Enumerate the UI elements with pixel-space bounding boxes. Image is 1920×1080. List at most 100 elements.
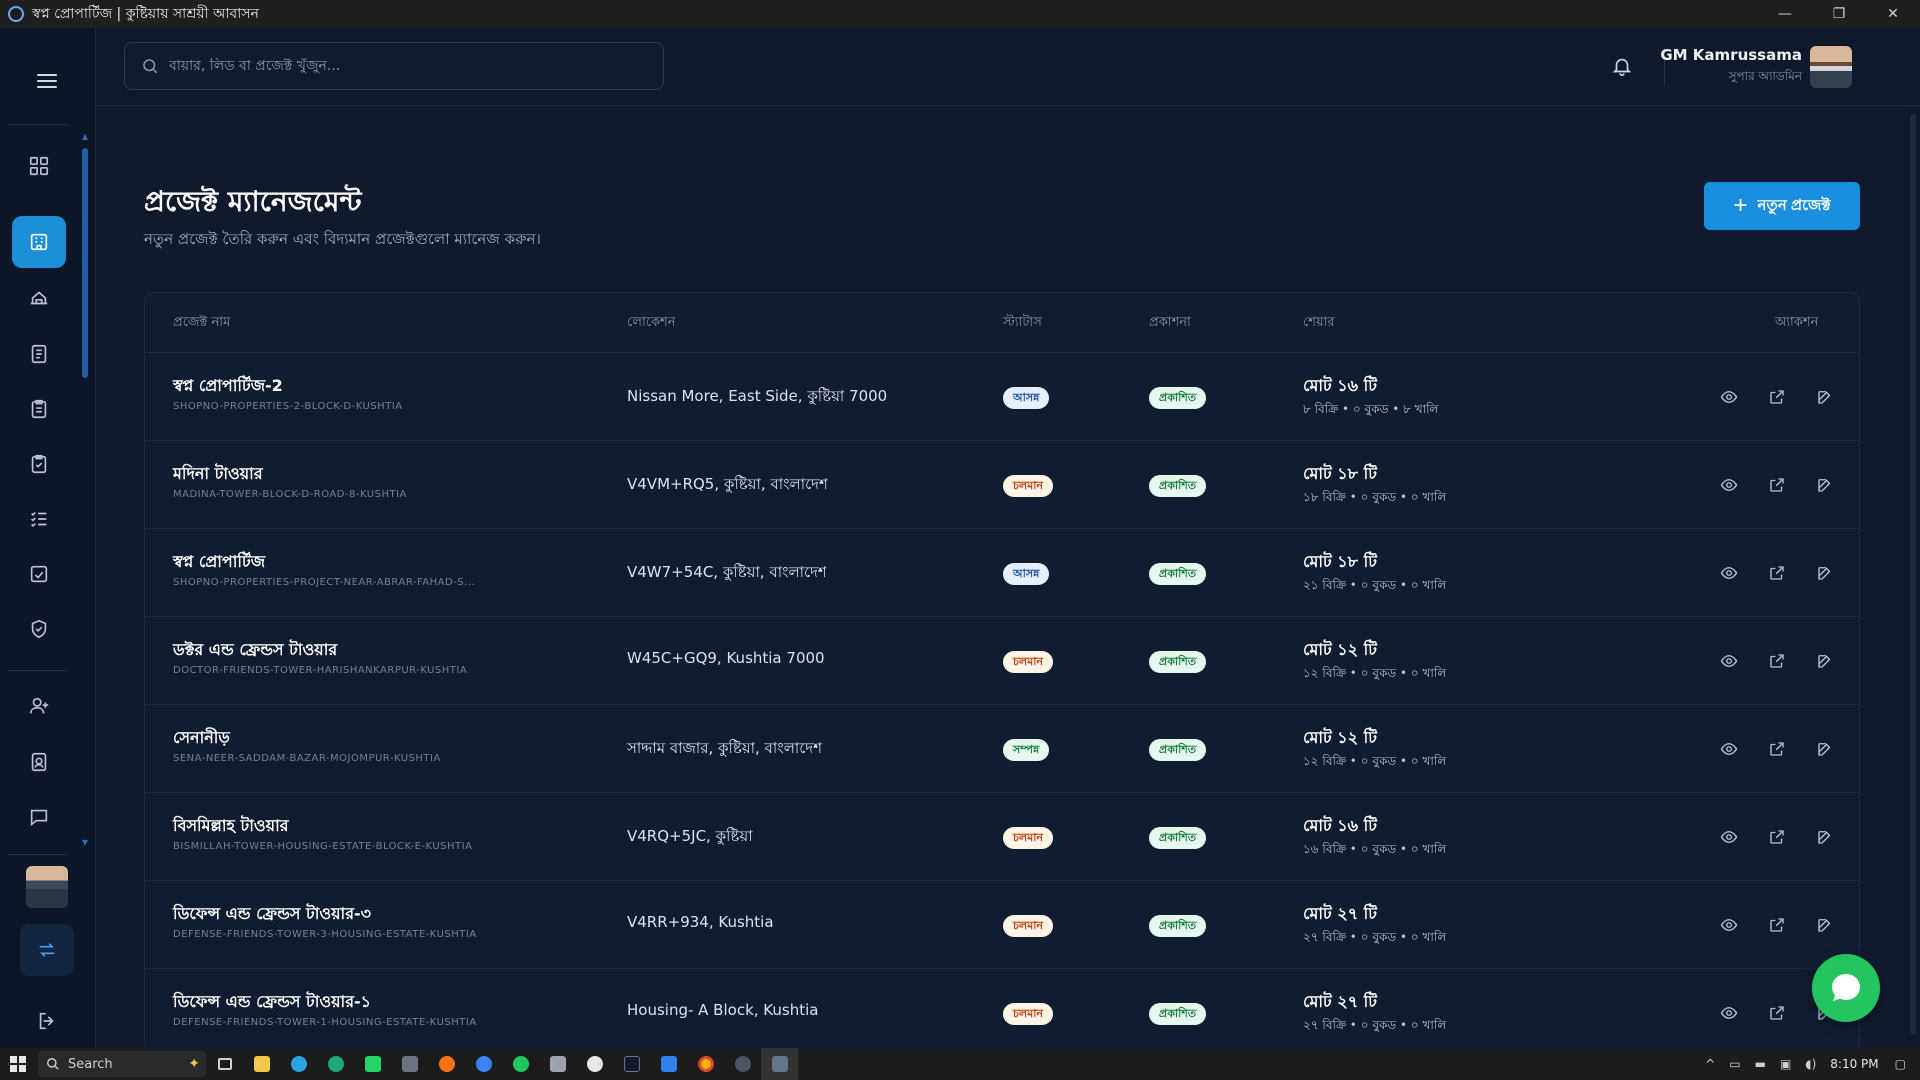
hamburger-menu-button[interactable] bbox=[30, 64, 64, 98]
app-misc-icon[interactable] bbox=[724, 1048, 761, 1080]
table-row[interactable]: স্বপ্ন প্রোপার্টিজ-2 SHOPNO-PROPERTIES-2-… bbox=[145, 353, 1859, 441]
view-button[interactable] bbox=[1715, 911, 1743, 939]
maximize-button[interactable]: ❐ bbox=[1812, 0, 1866, 28]
edit-button[interactable] bbox=[1811, 911, 1839, 939]
sidebar-scroll-up[interactable]: ▲ bbox=[80, 132, 90, 141]
sidebar-user-avatar[interactable] bbox=[26, 866, 68, 908]
whatsapp-icon[interactable] bbox=[502, 1048, 539, 1080]
app-a-icon[interactable] bbox=[576, 1048, 613, 1080]
file-explorer-icon[interactable] bbox=[243, 1048, 280, 1080]
column-header-name[interactable]: প্রজেক্ট নাম bbox=[173, 313, 230, 334]
tray-chevron-icon[interactable]: ^ bbox=[1705, 1057, 1715, 1071]
sidebar-item-approvals[interactable] bbox=[12, 438, 66, 490]
sidebar-item-tasks[interactable] bbox=[12, 493, 66, 545]
mail-icon[interactable] bbox=[539, 1048, 576, 1080]
new-project-button[interactable]: + নতুন প্রজেক্ট bbox=[1704, 182, 1860, 230]
tray-volume-icon[interactable]: ◖) bbox=[1805, 1057, 1816, 1071]
view-button[interactable] bbox=[1715, 735, 1743, 763]
table-row[interactable]: ডিফেন্স এন্ড ফ্রেন্ডস টাওয়ার-১ DEFENSE-F… bbox=[145, 969, 1859, 1051]
sidebar-item-employees[interactable] bbox=[12, 736, 66, 788]
start-button[interactable] bbox=[0, 1048, 36, 1080]
sidebar-item-properties[interactable] bbox=[12, 272, 66, 324]
close-button[interactable]: ✕ bbox=[1866, 0, 1920, 28]
table-row[interactable]: স্বপ্ন প্রোপার্টিজ SHOPNO-PROPERTIES-PROJ… bbox=[145, 529, 1859, 617]
open-link-button[interactable] bbox=[1763, 383, 1791, 411]
minimize-button[interactable]: — bbox=[1758, 0, 1812, 28]
table-row[interactable]: বিসমিল্লাহ টাওয়ার BISMILLAH-TOWER-HOUSIN… bbox=[145, 793, 1859, 881]
edit-button[interactable] bbox=[1811, 383, 1839, 411]
table-row[interactable]: মদিনা টাওয়ার MADINA-TOWER-BLOCK-D-ROAD-8… bbox=[145, 441, 1859, 529]
project-name[interactable]: ডক্টর এন্ড ফ্রেন্ডস টাওয়ার bbox=[173, 637, 337, 664]
column-header-publish[interactable]: প্রকাশনা bbox=[1149, 313, 1191, 334]
view-button[interactable] bbox=[1715, 559, 1743, 587]
sidebar-item-reports[interactable] bbox=[12, 548, 66, 600]
project-name[interactable]: বিসমিল্লাহ টাওয়ার bbox=[173, 813, 289, 840]
sidebar-scrollbar[interactable] bbox=[82, 148, 88, 378]
user-name[interactable]: GM Kamrussama bbox=[1660, 46, 1802, 64]
table-row[interactable]: ডক্টর এন্ড ফ্রেন্ডস টাওয়ার DOCTOR-FRIEND… bbox=[145, 617, 1859, 705]
open-link-button[interactable] bbox=[1763, 735, 1791, 763]
sidebar-item-dashboard[interactable] bbox=[12, 140, 66, 192]
project-name[interactable]: স্বপ্ন প্রোপার্টিজ-2 bbox=[173, 373, 283, 400]
column-header-location[interactable]: লোকেশন bbox=[627, 313, 676, 334]
open-link-button[interactable] bbox=[1763, 559, 1791, 587]
open-link-button[interactable] bbox=[1763, 647, 1791, 675]
view-button[interactable] bbox=[1715, 999, 1743, 1027]
edit-button[interactable] bbox=[1811, 559, 1839, 587]
project-name[interactable]: মদিনা টাওয়ার bbox=[173, 461, 263, 488]
taskbar-search[interactable]: Search ✦ bbox=[38, 1051, 206, 1077]
tray-battery-icon[interactable]: ▬ bbox=[1755, 1057, 1766, 1071]
open-link-button[interactable] bbox=[1763, 999, 1791, 1027]
sidebar-item-security[interactable] bbox=[12, 603, 66, 655]
open-link-button[interactable] bbox=[1763, 823, 1791, 851]
edit-button[interactable] bbox=[1811, 471, 1839, 499]
tray-network-icon[interactable]: ▭ bbox=[1729, 1057, 1740, 1071]
switch-account-button[interactable] bbox=[20, 924, 74, 976]
sidebar-item-messages[interactable] bbox=[12, 791, 66, 843]
column-header-status[interactable]: স্ট্যাটাস bbox=[1003, 313, 1042, 334]
project-name[interactable]: ডিফেন্স এন্ড ফ্রেন্ডস টাওয়ার-৩ bbox=[173, 901, 371, 928]
calculator-icon[interactable] bbox=[391, 1048, 428, 1080]
view-button[interactable] bbox=[1715, 647, 1743, 675]
search-bar[interactable] bbox=[124, 42, 664, 90]
active-app-icon[interactable] bbox=[761, 1048, 798, 1080]
task-view-icon[interactable] bbox=[206, 1048, 243, 1080]
tray-display-icon[interactable]: ▣ bbox=[1780, 1057, 1791, 1071]
chat-fab-button[interactable] bbox=[1812, 954, 1880, 1022]
chrome-icon[interactable] bbox=[687, 1048, 724, 1080]
telegram-icon[interactable] bbox=[280, 1048, 317, 1080]
edge-browser-icon[interactable] bbox=[317, 1048, 354, 1080]
sidebar-scroll-down[interactable]: ▼ bbox=[80, 838, 90, 847]
user-avatar[interactable] bbox=[1810, 46, 1852, 88]
page-scrollbar-thumb[interactable] bbox=[1910, 114, 1916, 1034]
firefox-icon[interactable] bbox=[428, 1048, 465, 1080]
view-button[interactable] bbox=[1715, 471, 1743, 499]
taskbar-clock[interactable]: 8:10 PM bbox=[1830, 1057, 1878, 1071]
project-name[interactable]: স্বপ্ন প্রোপার্টিজ bbox=[173, 549, 265, 576]
edit-button[interactable] bbox=[1811, 647, 1839, 675]
open-link-button[interactable] bbox=[1763, 471, 1791, 499]
notifications-button[interactable] bbox=[1608, 52, 1636, 80]
project-name[interactable]: সেনানীড় bbox=[173, 725, 230, 752]
sidebar-item-leads[interactable] bbox=[12, 328, 66, 380]
vscode-icon[interactable] bbox=[650, 1048, 687, 1080]
messenger-icon[interactable] bbox=[465, 1048, 502, 1080]
edit-button[interactable] bbox=[1811, 735, 1839, 763]
page-scrollbar[interactable] bbox=[1904, 106, 1920, 1056]
edit-button[interactable] bbox=[1811, 823, 1839, 851]
logout-button[interactable] bbox=[26, 1000, 68, 1042]
open-link-button[interactable] bbox=[1763, 911, 1791, 939]
sidebar-item-projects[interactable] bbox=[12, 216, 66, 268]
table-row[interactable]: সেনানীড় SENA-NEER-SADDAM-BAZAR-MOJOMPUR-… bbox=[145, 705, 1859, 793]
project-name[interactable]: ডিফেন্স এন্ড ফ্রেন্ডস টাওয়ার-১ bbox=[173, 989, 371, 1016]
whatsapp-business-icon[interactable] bbox=[354, 1048, 391, 1080]
view-button[interactable] bbox=[1715, 823, 1743, 851]
table-row[interactable]: ডিফেন্স এন্ড ফ্রেন্ডস টাওয়ার-৩ DEFENSE-F… bbox=[145, 881, 1859, 969]
sidebar-item-bookings[interactable] bbox=[12, 383, 66, 435]
column-header-share[interactable]: শেয়ার bbox=[1303, 313, 1335, 334]
notification-center-icon[interactable]: ▢ bbox=[1895, 1057, 1906, 1071]
view-button[interactable] bbox=[1715, 383, 1743, 411]
app-a-dark-icon[interactable] bbox=[613, 1048, 650, 1080]
sidebar-item-add-user[interactable] bbox=[12, 680, 66, 732]
search-input[interactable] bbox=[169, 58, 649, 74]
